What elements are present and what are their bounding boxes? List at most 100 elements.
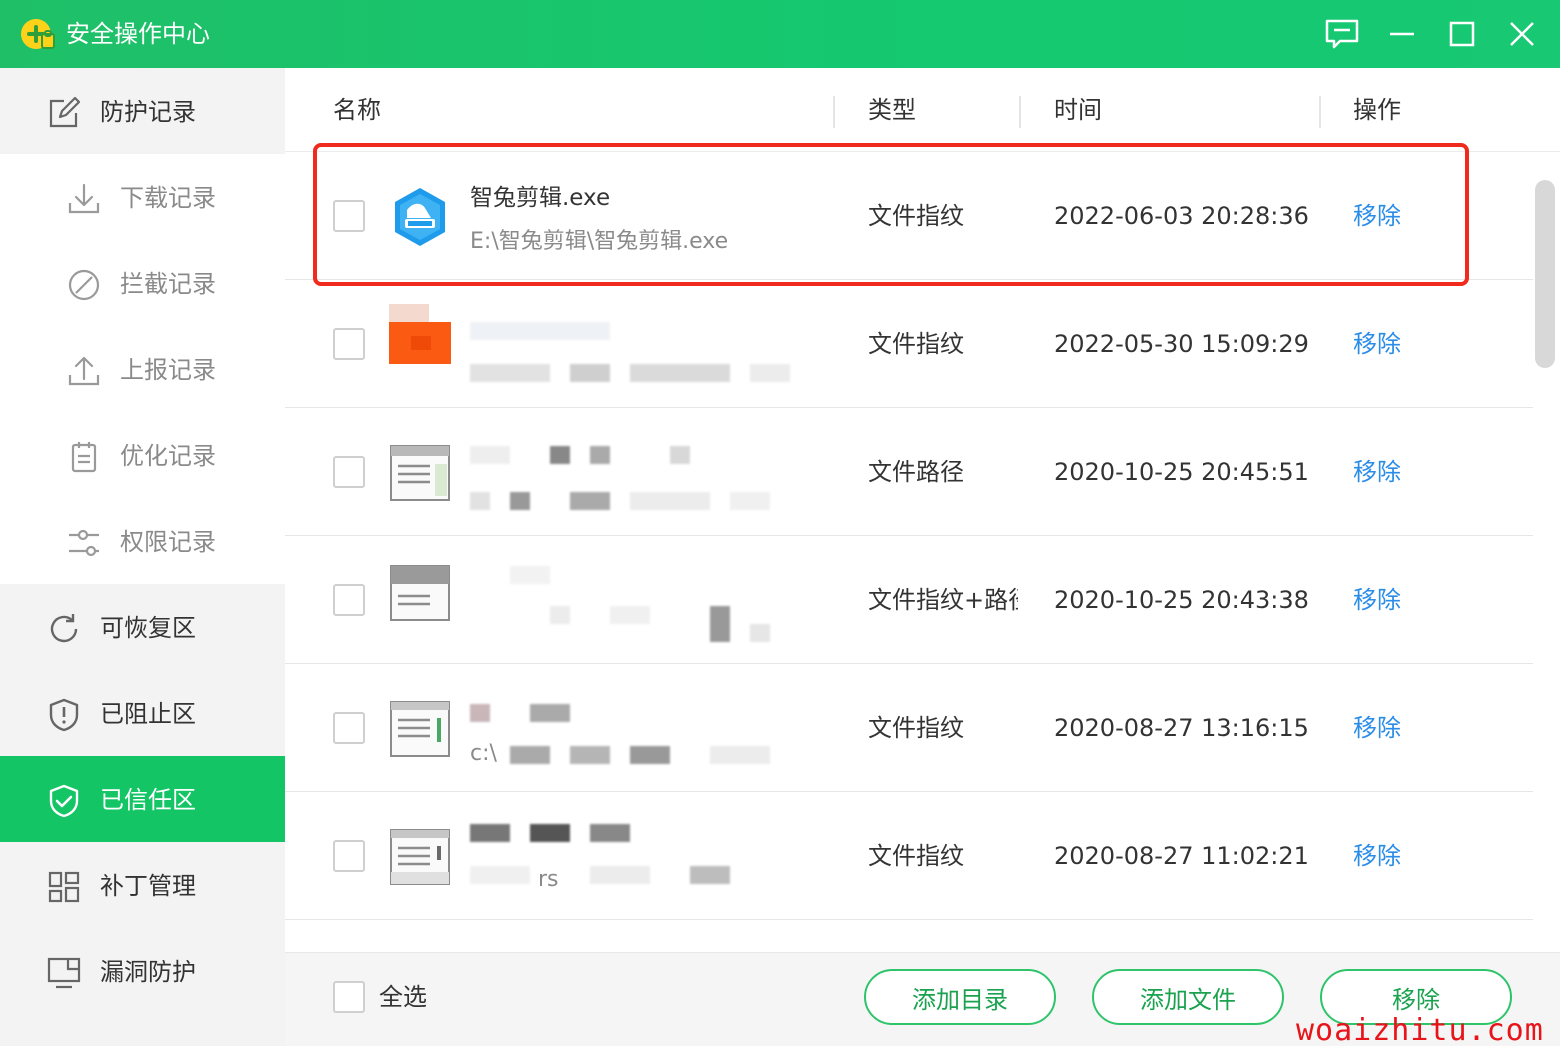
download-icon — [68, 183, 100, 214]
row-checkbox[interactable] — [333, 328, 365, 360]
row-checkbox[interactable] — [333, 456, 365, 488]
file-path: rs — [538, 867, 559, 892]
shield-check-icon — [49, 784, 79, 818]
sidebar-item-vulnerability-protection[interactable]: 漏洞防护 — [0, 928, 285, 1014]
trust-type: 文件指纹+路径 — [868, 586, 1018, 614]
feedback-button[interactable] — [1322, 14, 1362, 54]
feedback-icon — [1325, 19, 1359, 49]
sidebar-item-report-records[interactable]: 上报记录 — [0, 326, 285, 412]
table-row[interactable]: 文件指纹+路径 2020-10-25 20:43:38 移除 — [285, 536, 1533, 664]
table-header: 名称 类型 时间 操作 — [285, 68, 1560, 152]
block-icon — [68, 269, 100, 301]
app-logo-icon — [21, 19, 55, 49]
close-icon — [1510, 22, 1534, 46]
trust-type: 文件路径 — [868, 458, 964, 486]
sidebar-item-trusted[interactable]: 已信任区 — [0, 756, 285, 842]
maximize-icon — [1449, 21, 1475, 47]
file-path: E:\智兔剪辑\智兔剪辑.exe — [470, 229, 729, 254]
sidebar-item-label: 防护记录 — [100, 98, 196, 126]
sidebar-item-label: 可恢复区 — [100, 614, 196, 642]
column-divider[interactable] — [833, 96, 835, 128]
column-header-action: 操作 — [1353, 96, 1401, 124]
table-row[interactable]: 文件路径 2020-10-25 20:45:51 移除 — [285, 408, 1533, 536]
sidebar-item-label: 下载记录 — [120, 184, 216, 212]
add-file-button[interactable]: 添加文件 — [1092, 969, 1284, 1025]
sidebar: 防护记录 下载记录 拦截记录 上报记录 优化记录 权限记录 可恢复区 已阻止区 … — [0, 68, 285, 1046]
watermark-text: woaizhitu.com — [1296, 1013, 1544, 1046]
trust-time: 2022-05-30 15:09:29 — [1054, 330, 1309, 358]
zhitu-app-icon — [395, 188, 445, 246]
table-row[interactable]: c:\ 文件指纹 2020-08-27 13:16:15 移除 — [285, 664, 1533, 792]
row-checkbox[interactable] — [333, 200, 365, 232]
table-row[interactable]: 文件指纹 2022-05-30 15:09:29 移除 — [285, 280, 1533, 408]
maximize-button[interactable] — [1442, 14, 1482, 54]
sidebar-item-intercept-records[interactable]: 拦截记录 — [0, 240, 285, 326]
sidebar-item-protection-records[interactable]: 防护记录 — [0, 68, 285, 154]
sidebar-item-permission-records[interactable]: 权限记录 — [0, 498, 285, 584]
select-all-checkbox[interactable] — [333, 981, 365, 1013]
sidebar-item-label: 拦截记录 — [120, 270, 216, 298]
trust-time: 2020-10-25 20:43:38 — [1054, 586, 1309, 614]
trust-type: 文件指纹 — [868, 330, 964, 358]
add-directory-button[interactable]: 添加目录 — [864, 969, 1056, 1025]
sidebar-item-label: 已信任区 — [100, 786, 196, 814]
sidebar-item-recoverable[interactable]: 可恢复区 — [0, 584, 285, 670]
sidebar-item-label: 上报记录 — [120, 356, 216, 384]
grid-icon — [48, 871, 80, 903]
sliders-icon — [69, 529, 99, 557]
column-header-time[interactable]: 时间 — [1054, 92, 1102, 128]
select-all-label[interactable]: 全选 — [379, 979, 427, 1015]
remove-link[interactable]: 移除 — [1353, 454, 1401, 490]
column-divider[interactable] — [1019, 96, 1021, 128]
trust-time: 2020-08-27 13:16:15 — [1054, 714, 1309, 742]
close-button[interactable] — [1502, 14, 1542, 54]
sidebar-item-label: 权限记录 — [120, 528, 216, 556]
remove-link[interactable]: 移除 — [1353, 838, 1401, 874]
sidebar-item-label: 优化记录 — [120, 442, 216, 470]
column-header-name[interactable]: 名称 — [333, 92, 381, 128]
row-checkbox[interactable] — [333, 584, 365, 616]
table-row[interactable]: 智兔剪辑.exe E:\智兔剪辑\智兔剪辑.exe 文件指纹 2022-06-0… — [285, 152, 1533, 280]
sidebar-item-label: 补丁管理 — [100, 872, 196, 900]
trust-type: 文件指纹 — [868, 714, 964, 742]
generic-window-icon — [390, 829, 450, 885]
trust-time: 2022-06-03 20:28:36 — [1054, 202, 1309, 230]
column-divider[interactable] — [1319, 96, 1321, 128]
file-name: 智兔剪辑.exe — [470, 185, 611, 211]
shield-alert-icon — [49, 698, 79, 732]
remove-link[interactable]: 移除 — [1353, 326, 1401, 362]
sidebar-item-download-records[interactable]: 下载记录 — [0, 154, 285, 240]
row-checkbox[interactable] — [333, 840, 365, 872]
remove-link[interactable]: 移除 — [1353, 710, 1401, 746]
sidebar-item-label: 漏洞防护 — [100, 958, 196, 986]
sidebar-item-optimize-records[interactable]: 优化记录 — [0, 412, 285, 498]
remove-link[interactable]: 移除 — [1353, 582, 1401, 618]
monitor-icon — [47, 957, 81, 989]
sidebar-item-patch-management[interactable]: 补丁管理 — [0, 842, 285, 928]
mosaic-app-icon — [389, 304, 451, 364]
trust-time: 2020-10-25 20:45:51 — [1054, 458, 1309, 486]
trust-type: 文件指纹 — [868, 202, 964, 230]
trusted-list-panel: 名称 类型 时间 操作 智兔剪辑.exe E:\智兔剪辑\智兔剪辑.exe 文件… — [285, 68, 1560, 952]
title-bar: 安全操作中心 — [0, 0, 1560, 68]
window-title: 安全操作中心 — [66, 20, 210, 48]
minimize-icon — [1390, 32, 1414, 36]
row-checkbox[interactable] — [333, 712, 365, 744]
column-header-type[interactable]: 类型 — [868, 92, 916, 128]
minimize-button[interactable] — [1382, 14, 1422, 54]
generic-window-icon — [390, 565, 450, 621]
remove-link[interactable]: 移除 — [1353, 198, 1401, 234]
upload-icon — [68, 356, 100, 386]
edit-icon — [49, 96, 81, 128]
sidebar-item-label: 已阻止区 — [100, 700, 196, 728]
scrollbar-thumb[interactable] — [1535, 180, 1555, 368]
generic-window-icon — [390, 701, 450, 757]
file-path: c:\ — [470, 741, 497, 766]
sidebar-item-blocked[interactable]: 已阻止区 — [0, 670, 285, 756]
clipboard-icon — [71, 442, 97, 473]
table-row[interactable]: rs 文件指纹 2020-08-27 11:02:21 移除 — [285, 792, 1533, 920]
refresh-icon — [50, 614, 78, 643]
trust-time: 2020-08-27 11:02:21 — [1054, 842, 1309, 870]
trust-type: 文件指纹 — [868, 842, 964, 870]
generic-window-icon — [390, 445, 450, 501]
